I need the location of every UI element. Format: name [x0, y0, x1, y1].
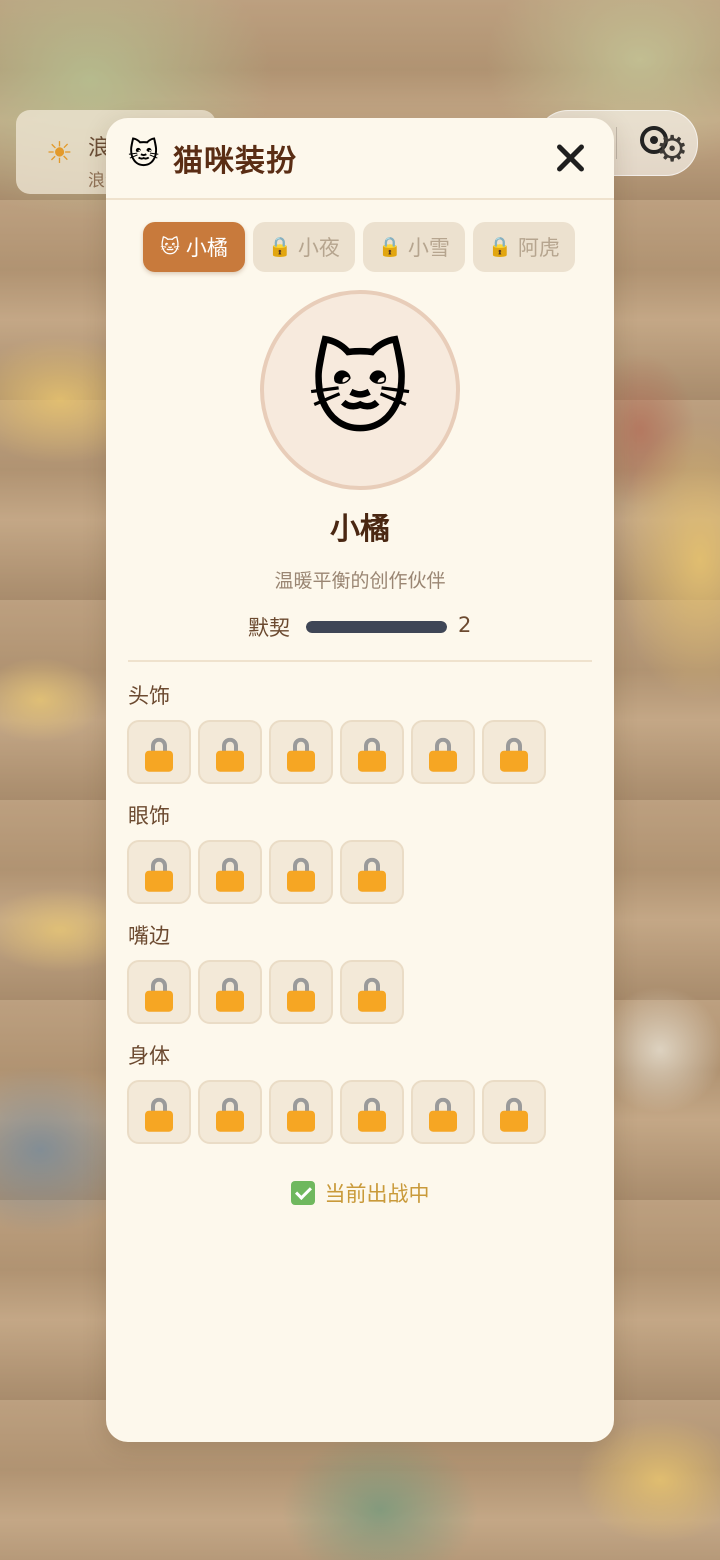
accessory-slot[interactable]	[198, 960, 262, 1024]
bond-value: 2	[458, 613, 472, 637]
lock-icon	[216, 1097, 244, 1132]
close-button[interactable]	[552, 140, 588, 176]
lock-icon	[216, 737, 244, 772]
accessory-slot[interactable]	[198, 720, 262, 784]
lock-icon	[287, 737, 315, 772]
lock-icon	[216, 977, 244, 1012]
accessory-slot[interactable]	[127, 720, 191, 784]
modal-header: 🐱 猫咪装扮	[106, 118, 614, 200]
tab-label: 阿虎	[517, 236, 560, 260]
slots-mouth	[127, 960, 404, 1024]
accessory-slot[interactable]	[127, 840, 191, 904]
lock-icon	[287, 857, 315, 892]
lock-icon	[358, 977, 386, 1012]
lock-icon: 🔒	[378, 235, 402, 258]
lock-icon	[216, 857, 244, 892]
cat-avatar: 🐱	[260, 290, 460, 490]
tab-ahu[interactable]: 🔒 阿虎	[473, 222, 575, 272]
lock-icon	[429, 737, 457, 772]
modal-title: 猫咪装扮	[173, 144, 297, 179]
accessory-slot[interactable]	[340, 840, 404, 904]
accessory-slot[interactable]	[198, 840, 262, 904]
tab-xiaoye[interactable]: 🔒 小夜	[253, 222, 355, 272]
lock-icon: 🔒	[488, 235, 512, 258]
section-title-head: 头饰	[128, 684, 170, 708]
cat-face-icon: 🐱	[307, 331, 413, 448]
dress-up-modal: 🐱 猫咪装扮 🐱 小橘 🔒 小夜 🔒 小雪 🔒 阿虎 🐱 小橘 温暖平衡的创作伙…	[106, 118, 614, 1442]
sun-icon: ☀	[46, 136, 73, 171]
accessory-slot[interactable]	[482, 720, 546, 784]
slots-head	[127, 720, 546, 784]
lock-icon: 🔒	[268, 235, 292, 258]
bond-progress-fill	[306, 621, 447, 633]
lock-icon	[500, 1097, 528, 1132]
lock-icon	[358, 1097, 386, 1132]
tab-xiaoju[interactable]: 🐱 小橘	[143, 222, 245, 272]
lock-icon	[358, 857, 386, 892]
bond-progress-bar	[306, 621, 447, 633]
lock-icon	[500, 737, 528, 772]
section-title-mouth: 嘴边	[128, 924, 170, 948]
slots-eyes	[127, 840, 404, 904]
lock-icon	[287, 1097, 315, 1132]
cat-description: 温暖平衡的创作伙伴	[274, 570, 446, 592]
accessory-slot[interactable]	[340, 960, 404, 1024]
cat-face-icon: 🐱	[128, 137, 160, 172]
lock-icon	[145, 1097, 173, 1132]
accessory-slot[interactable]	[269, 1080, 333, 1144]
lock-icon	[145, 857, 173, 892]
cat-name: 小橘	[330, 512, 390, 547]
divider	[128, 660, 592, 662]
accessory-slot[interactable]	[340, 1080, 404, 1144]
slots-body	[127, 1080, 546, 1144]
tab-label: 小橘	[185, 236, 228, 260]
checkmark-icon	[290, 1181, 315, 1205]
section-title-eyes: 眼饰	[128, 804, 170, 828]
screen: ☀ 浪漫 浪漫 ⚙ 🐱 猫咪装扮 🐱 小橘 🔒 小夜 🔒	[0, 0, 720, 1560]
accessory-slot[interactable]	[269, 720, 333, 784]
accessory-slot[interactable]	[127, 960, 191, 1024]
accessory-slot[interactable]	[127, 1080, 191, 1144]
cat-tabs: 🐱 小橘 🔒 小夜 🔒 小雪 🔒 阿虎	[143, 222, 575, 272]
accessory-slot[interactable]	[482, 1080, 546, 1144]
section-title-body: 身体	[128, 1044, 170, 1068]
lock-icon	[358, 737, 386, 772]
lock-icon	[429, 1097, 457, 1132]
accessory-slot[interactable]	[198, 1080, 262, 1144]
active-status: 当前出战中	[106, 1178, 614, 1208]
accessory-slot[interactable]	[411, 1080, 475, 1144]
tab-label: 小夜	[297, 236, 340, 260]
accessory-slot[interactable]	[269, 840, 333, 904]
accessory-slot[interactable]	[340, 720, 404, 784]
bond-label: 默契	[248, 616, 290, 640]
gear-icon[interactable]: ⚙	[656, 132, 688, 168]
accessory-slot[interactable]	[411, 720, 475, 784]
lock-icon	[145, 977, 173, 1012]
lock-icon	[145, 737, 173, 772]
active-status-text: 当前出战中	[324, 1182, 430, 1206]
accessory-slot[interactable]	[269, 960, 333, 1024]
tab-label: 小雪	[407, 236, 450, 260]
capsule-divider	[616, 127, 617, 159]
tab-xiaoxue[interactable]: 🔒 小雪	[363, 222, 465, 272]
cat-face-icon: 🐱	[160, 235, 180, 258]
lock-icon	[287, 977, 315, 1012]
